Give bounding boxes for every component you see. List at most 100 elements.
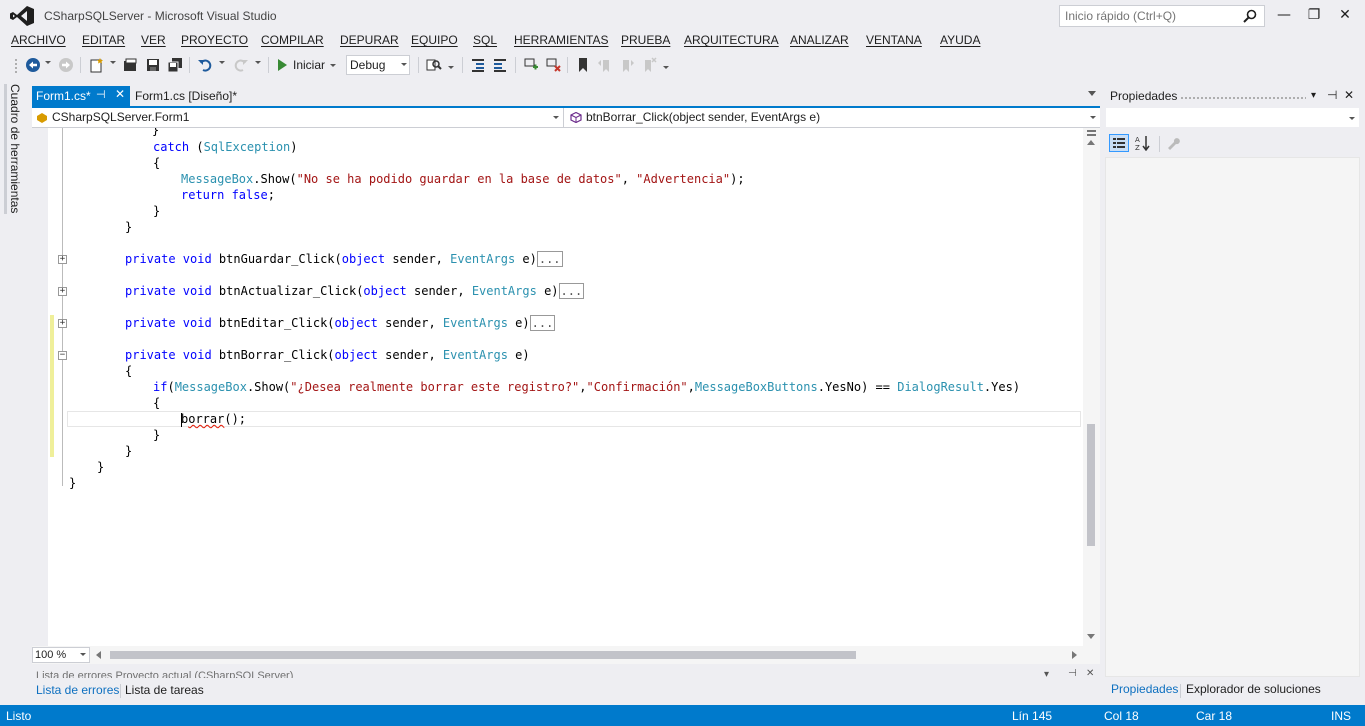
menu-sql[interactable]: SQL [473,33,497,47]
close-tab-icon[interactable]: ✕ [115,87,125,101]
format-outdent-icon[interactable] [492,57,508,73]
quick-launch-box[interactable] [1059,5,1265,27]
menu-equipo[interactable]: EQUIPO [411,33,458,47]
scroll-down-arrow[interactable] [1087,634,1095,639]
tab-solution-explorer[interactable]: Explorador de soluciones [1186,682,1321,696]
start-dropdown-arrow[interactable] [330,63,337,67]
visual-studio-logo-icon [10,6,34,26]
format-indent-icon[interactable] [470,57,486,73]
menu-depurar[interactable]: DEPURAR [340,33,399,47]
error-squiggle[interactable]: orrar [188,412,224,426]
collapsed-region[interactable]: ... [558,283,585,299]
properties-grid[interactable] [1105,157,1360,677]
code-text[interactable]: } catch (SqlException) { MessageBox.Show… [68,128,1078,638]
back-dropdown-arrow[interactable] [45,61,51,64]
scroll-right-arrow[interactable] [1072,651,1077,659]
pin-panel-icon[interactable]: ⊣ [1327,88,1337,102]
member-combo-arrow[interactable] [1090,116,1096,119]
vertical-scroll-thumb[interactable] [1087,424,1095,546]
menu-ver[interactable]: VER [141,33,166,47]
comment-lines-icon[interactable] [523,57,539,73]
menu-arquitectura[interactable]: ARQUITECTURA [684,33,779,47]
alphabetical-sort-icon[interactable]: AZ [1135,135,1151,151]
outline-guide [62,296,63,319]
toolbar-overflow-arrow[interactable] [663,66,669,69]
tab-form1-designer[interactable]: Form1.cs [Diseño]* [135,86,241,106]
menu-ventana[interactable]: VENTANA [866,33,922,47]
menu-analizar[interactable]: ANALIZAR [790,33,849,47]
scroll-left-arrow[interactable] [96,651,101,659]
object-combo-arrow[interactable] [1349,117,1355,120]
quick-launch-input[interactable] [1060,6,1230,26]
tab-properties[interactable]: Propiedades [1111,682,1178,696]
bottom-panel-pin-icon[interactable]: ⊣ [1068,668,1077,679]
toolbar-overflow-arrow[interactable] [448,66,454,69]
code-line: { [153,156,161,170]
collapse-outline-button[interactable]: − [58,351,67,360]
split-window-handle[interactable] [1087,130,1096,136]
expand-outline-button[interactable]: + [58,255,67,264]
redo-dropdown-arrow[interactable] [255,61,261,64]
toolbox-tab[interactable]: Cuadro de herramientas [4,84,26,214]
expand-outline-button[interactable]: + [58,287,67,296]
class-combo-arrow[interactable] [553,116,559,119]
next-bookmark-icon[interactable] [619,57,635,73]
menu-editar[interactable]: EDITAR [82,33,125,47]
start-debugging-button[interactable]: Iniciar [276,55,337,75]
menu-archivo[interactable]: ARCHIVO [11,33,66,47]
save-all-icon[interactable] [167,57,183,73]
class-combo[interactable]: CSharpSQLServer.Form1 [32,108,564,127]
new-project-icon[interactable] [89,57,105,73]
expand-outline-button[interactable]: + [58,319,67,328]
navigate-forward-icon[interactable] [58,57,74,73]
new-dropdown-arrow[interactable] [110,61,116,64]
code-line: catch (SqlException) [153,140,298,154]
menu-proyecto[interactable]: PROYECTO [181,33,248,47]
collapsed-region[interactable]: ... [536,251,563,267]
maximize-button[interactable]: ❐ [1305,6,1323,24]
navigate-back-icon[interactable] [25,57,41,73]
tab-error-list[interactable]: Lista de errores [36,682,119,700]
redo-icon[interactable] [233,57,249,73]
open-file-icon[interactable] [123,57,139,73]
minimize-button[interactable]: — [1275,6,1293,24]
borrar-call-line: borrar(); [181,412,247,426]
outline-guide [62,360,63,486]
zoom-combo[interactable]: 100 % [32,647,90,663]
scroll-up-arrow[interactable] [1087,140,1095,145]
undo-dropdown-arrow[interactable] [219,61,225,64]
bottom-panel-close-icon[interactable]: ✕ [1086,668,1094,679]
properties-object-combo[interactable] [1105,107,1360,128]
menu-prueba[interactable]: PRUEBA [621,33,670,47]
find-in-files-icon[interactable] [426,57,442,73]
vertical-scrollbar[interactable] [1083,128,1100,646]
search-icon[interactable] [1242,8,1258,24]
pin-tab-icon[interactable]: ⊣ [96,88,106,101]
solution-configuration-combo[interactable]: Debug [346,55,410,75]
close-panel-icon[interactable]: ✕ [1344,88,1354,102]
clear-bookmarks-icon[interactable] [641,57,657,73]
tab-form1-cs[interactable]: Form1.cs* ⊣ ✕ [32,86,130,106]
configuration-dropdown-arrow[interactable] [401,63,407,66]
close-window-button[interactable]: ✕ [1336,6,1354,24]
document-list-dropdown-arrow[interactable] [1088,91,1096,96]
member-combo[interactable]: btnBorrar_Click(object sender, EventArgs… [566,108,1100,127]
toolbar-grip[interactable] [14,58,18,74]
zoom-dropdown-arrow[interactable] [80,653,86,656]
categorized-view-icon[interactable] [1109,134,1129,152]
uncomment-lines-icon[interactable] [545,57,561,73]
horizontal-scroll-thumb[interactable] [110,651,856,659]
property-pages-icon[interactable] [1165,135,1181,151]
code-line: } [69,476,77,490]
panel-dropdown-icon[interactable]: ▾ [1311,90,1316,101]
previous-bookmark-icon[interactable] [597,57,613,73]
menu-herramientas[interactable]: HERRAMIENTAS [514,33,608,47]
tab-task-list[interactable]: Lista de tareas [125,682,204,700]
menu-ayuda[interactable]: AYUDA [940,33,980,47]
undo-icon[interactable] [197,57,213,73]
toggle-bookmark-icon[interactable] [575,57,591,73]
menu-compilar[interactable]: COMPILAR [261,33,324,47]
save-icon[interactable] [145,57,161,73]
bottom-panel-dropdown-icon[interactable]: ▾ [1044,669,1049,680]
collapsed-region[interactable]: ... [529,315,556,331]
